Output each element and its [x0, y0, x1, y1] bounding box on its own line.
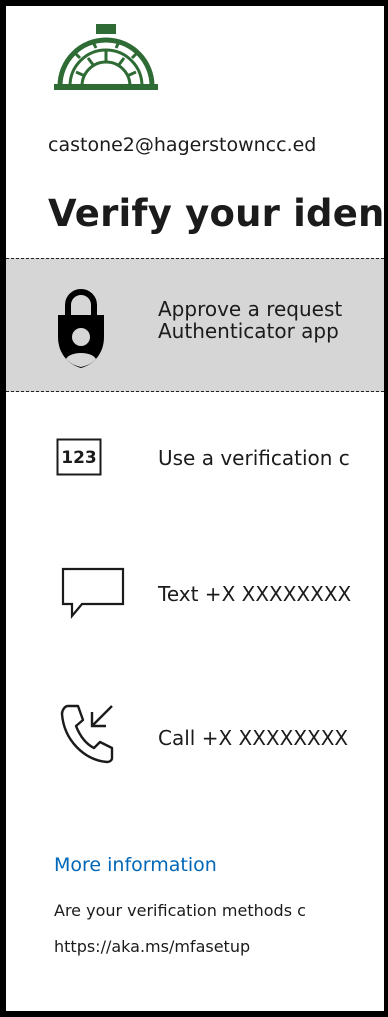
option-authenticator-line2: Authenticator app — [158, 319, 339, 343]
phone-call-icon — [60, 704, 114, 764]
more-information-link[interactable]: More information — [54, 854, 217, 876]
option-call-label: Call +X XXXXXXXX — [158, 726, 349, 750]
college-logo-icon — [54, 24, 158, 90]
footer-line-1: Are your verification methods c — [54, 901, 306, 920]
option-verification-code[interactable]: 123 Use a verification c — [6, 424, 384, 498]
account-email: castone2@hagerstowncc.ed — [48, 134, 317, 156]
authenticator-lock-icon — [58, 289, 104, 368]
option-authenticator-approve[interactable]: Approve a request Authenticator app — [6, 258, 384, 392]
sign-in-panel: castone2@hagerstowncc.ed Verify your ide… — [0, 0, 388, 1017]
message-bubble-icon — [61, 567, 125, 620]
footer-text: Are your verification methods c https://… — [54, 893, 306, 965]
option-authenticator-line1: Approve a request — [158, 297, 343, 321]
option-text-label: Text +X XXXXXXXX — [158, 582, 352, 606]
option-code-label: Use a verification c — [158, 446, 350, 470]
page-title: Verify your ident — [48, 192, 388, 235]
mfa-setup-link[interactable]: https://aka.ms/mfasetup — [54, 929, 306, 965]
code-123-icon: 123 — [56, 438, 102, 476]
option-phone-call[interactable]: Call +X XXXXXXXX — [6, 694, 384, 774]
code-box-label: 123 — [61, 448, 97, 468]
option-text-message[interactable]: Text +X XXXXXXXX — [6, 556, 384, 636]
